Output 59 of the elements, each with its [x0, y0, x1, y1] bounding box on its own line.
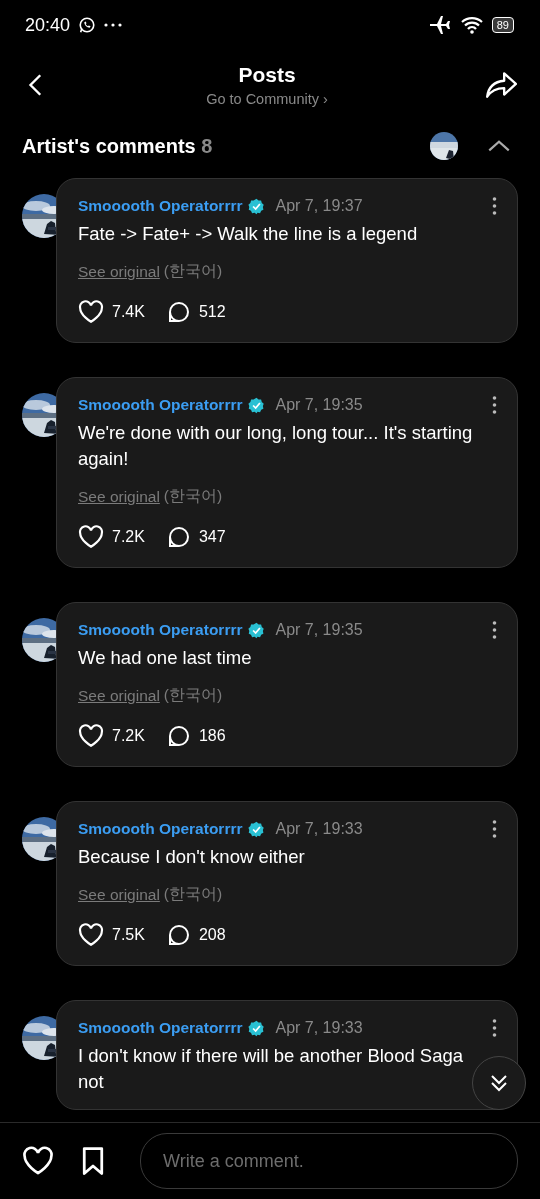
more-icon: [492, 197, 497, 215]
like-button[interactable]: [22, 1146, 54, 1176]
battery-indicator: 89: [491, 17, 514, 33]
comment-time: Apr 7, 19:33: [275, 820, 363, 838]
more-icon: [492, 621, 497, 639]
see-original-link[interactable]: See original: [78, 486, 160, 507]
chat-bubble-icon: [78, 16, 97, 34]
comment-text: Fate -> Fate+ -> Walk the line is a legend: [78, 222, 418, 246]
comment-icon: [166, 724, 191, 748]
see-original-link[interactable]: See original: [78, 884, 160, 905]
language-label: (한국어): [163, 261, 223, 281]
community-link[interactable]: Go to Community ›: [206, 91, 328, 107]
bookmark-button[interactable]: [80, 1146, 106, 1176]
airplane-icon: [427, 13, 452, 37]
heart-icon: [78, 724, 104, 748]
author-name[interactable]: Smooooth Operatorrrr: [78, 621, 243, 639]
comment-time: Apr 7, 19:37: [275, 197, 363, 215]
heart-icon: [22, 1146, 54, 1176]
author-name[interactable]: Smooooth Operatorrrr: [78, 1019, 243, 1037]
comment-text: We had one last time: [78, 646, 252, 670]
comment-time: Apr 7, 19:33: [275, 1019, 363, 1037]
like-button[interactable]: 7.2K: [78, 525, 145, 549]
comment-icon: [166, 525, 191, 549]
language-label: (한국어): [163, 884, 223, 904]
reply-button[interactable]: 512: [166, 300, 226, 324]
heart-icon: [78, 923, 104, 947]
like-button[interactable]: 7.4K: [78, 300, 145, 324]
more-icon: [492, 820, 497, 838]
see-original-link[interactable]: See original: [78, 685, 160, 706]
language-label: (한국어): [163, 685, 223, 705]
comment-time: Apr 7, 19:35: [275, 621, 363, 639]
comment-time: Apr 7, 19:35: [275, 396, 363, 414]
reply-button[interactable]: 347: [166, 525, 226, 549]
more-icon: [492, 396, 497, 414]
comment-text: I don't know if there will be another Blood Saga not: [78, 1044, 464, 1094]
heart-icon: [78, 525, 104, 549]
reply-button[interactable]: 186: [166, 724, 226, 748]
author-name[interactable]: Smooooth Operatorrrr: [78, 396, 243, 414]
comment-text: Because I don't know either: [78, 845, 305, 869]
page-title: Posts: [238, 63, 296, 87]
clock: 20:40: [25, 14, 71, 36]
comment-icon: [166, 300, 191, 324]
more-icon: [104, 23, 123, 27]
comment-icon: [166, 923, 191, 947]
more-icon: [492, 1019, 497, 1037]
bookmark-icon: [80, 1146, 106, 1176]
comment-text: We're done with our long, long tour... It's starting again!: [78, 421, 474, 471]
comment-input-field[interactable]: Write a comment.: [140, 1133, 518, 1189]
author-name[interactable]: Smooooth Operatorrrr: [78, 820, 243, 838]
section-title: Artist's comments 8: [22, 134, 213, 158]
like-button[interactable]: 7.2K: [78, 724, 145, 748]
see-original-link[interactable]: See original: [78, 261, 160, 282]
share-button[interactable]: [484, 70, 518, 100]
share-icon: [484, 70, 518, 100]
author-name[interactable]: Smooooth Operatorrrr: [78, 197, 243, 215]
reply-button[interactable]: 208: [166, 923, 226, 947]
language-label: (한국어): [163, 486, 223, 506]
heart-icon: [78, 300, 104, 324]
like-button[interactable]: 7.5K: [78, 923, 145, 947]
